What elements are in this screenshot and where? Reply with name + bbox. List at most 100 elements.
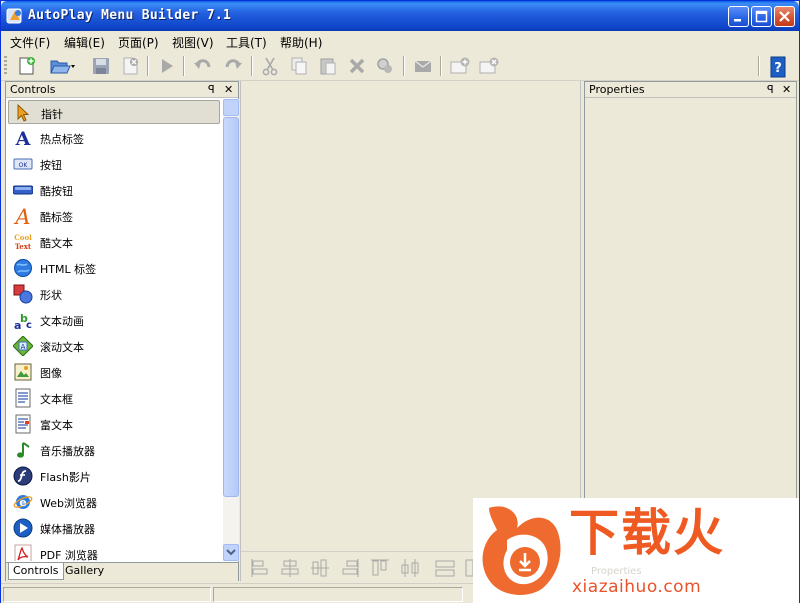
control-item-label: HTML 标签 (40, 263, 97, 276)
hotspot-label-icon: A (15, 128, 31, 148)
control-item-label: 滚动文本 (40, 341, 84, 354)
remove-page-button[interactable] (477, 54, 501, 78)
control-item-web-browser[interactable]: e Web浏览器 (8, 490, 220, 514)
control-item-label: Web浏览器 (40, 497, 97, 510)
distribute-icon[interactable] (399, 557, 421, 579)
control-item-scrolling-text[interactable]: A 滚动文本 (8, 334, 220, 358)
email-button[interactable] (411, 54, 435, 78)
controls-list: 指针 A 热点标签 OK 按钮 酷按钮 A 酷标签 CoolText 酷文本 (6, 99, 222, 561)
app-window: AutoPlay Menu Builder 7.1 文件(F) 编辑(E) 页面… (0, 0, 800, 603)
control-item-image[interactable]: 图像 (8, 360, 220, 384)
control-item-label: 酷按钮 (40, 185, 73, 198)
remove-page-icon (479, 57, 499, 74)
find-button[interactable] (373, 54, 397, 78)
close-button[interactable] (774, 6, 795, 27)
open-button[interactable] (47, 54, 79, 78)
add-page-button[interactable] (448, 54, 472, 78)
tab-controls[interactable]: Controls (8, 563, 64, 580)
help-button[interactable]: ? (766, 54, 790, 78)
control-item-media-player[interactable]: 媒体播放器 (8, 516, 220, 540)
undo-button[interactable] (191, 54, 215, 78)
control-item-music-player[interactable]: 音乐播放器 (8, 438, 220, 462)
control-item-cool-button[interactable]: 酷按钮 (8, 178, 220, 202)
panel-close-icon[interactable]: ✕ (224, 83, 233, 96)
brand-logo-text: 下载火 (569, 504, 725, 562)
shape-icon (13, 284, 33, 304)
scroll-up-button[interactable] (223, 99, 239, 116)
cut-button[interactable] (258, 54, 282, 78)
save-button[interactable] (89, 54, 113, 78)
scroll-down-button[interactable] (223, 544, 239, 561)
control-item-cool-label[interactable]: A 酷标签 (8, 204, 220, 228)
svg-text:Text: Text (15, 242, 32, 251)
toolbar-grip[interactable] (4, 56, 7, 76)
minimize-icon (734, 19, 741, 22)
panel-close-icon[interactable]: ✕ (782, 83, 791, 96)
menu-page[interactable]: 页面(P) (118, 34, 159, 51)
menu-help[interactable]: 帮助(H) (280, 34, 322, 51)
svg-text:e: e (19, 496, 26, 509)
control-item-label: PDF 浏览器 (40, 549, 98, 561)
control-item-pdf-browser[interactable]: PDF 浏览器 (8, 542, 220, 561)
pin-icon[interactable]: ꟼ (767, 83, 774, 96)
control-item-label: 按钮 (40, 159, 62, 172)
run-button[interactable] (155, 54, 179, 78)
ok-text: OK (19, 162, 29, 169)
control-item-shape[interactable]: 形状 (8, 282, 220, 306)
title-bar[interactable]: AutoPlay Menu Builder 7.1 (1, 1, 799, 31)
close-doc-button[interactable] (119, 54, 143, 78)
scroll-thumb[interactable] (223, 117, 239, 497)
pin-icon[interactable]: ꟼ (208, 83, 215, 96)
redo-icon (225, 59, 242, 69)
new-button[interactable] (15, 54, 39, 78)
maximize-button[interactable] (751, 6, 772, 27)
watermark-overlay: Properties 下载火 xiazaihuo.com (473, 498, 799, 603)
menu-tools[interactable]: 工具(T) (226, 34, 267, 51)
add-page-icon (450, 57, 470, 74)
align-right-icon[interactable] (339, 557, 361, 579)
status-pane (3, 587, 211, 602)
same-width-icon[interactable] (434, 557, 456, 579)
control-item-html-label[interactable]: HTML 标签 (8, 256, 220, 280)
menu-view[interactable]: 视图(V) (172, 34, 214, 51)
control-item-hotspot-label[interactable]: A 热点标签 (8, 126, 220, 150)
align-left-icon[interactable] (249, 557, 271, 579)
toolbar-separator (440, 56, 442, 76)
control-item-cool-text[interactable]: Cool Text 酷文本 (8, 230, 220, 254)
control-item-flash-movie[interactable]: Flash影片 (8, 464, 220, 488)
paste-button[interactable] (316, 54, 340, 78)
control-item-button[interactable]: OK 按钮 (8, 152, 220, 176)
controls-panel-title: Controls (10, 83, 56, 96)
align-top-icon[interactable] (369, 557, 391, 579)
control-item-text-animation[interactable]: abc 文本动画 (8, 308, 220, 332)
copy-button[interactable] (287, 54, 311, 78)
new-file-icon (19, 57, 35, 75)
align-center-icon[interactable] (279, 557, 301, 579)
tab-gallery[interactable]: Gallery (61, 563, 108, 580)
email-icon (414, 60, 432, 72)
app-icon (6, 8, 22, 24)
cut-icon (262, 57, 278, 76)
control-item-textbox[interactable]: 文本框 (8, 386, 220, 410)
help-icon: ? (770, 56, 786, 78)
delete-button[interactable] (345, 54, 369, 78)
svg-text:A: A (13, 206, 30, 226)
find-icon (377, 58, 392, 73)
control-item-rich-text[interactable]: 富文本 (8, 412, 220, 436)
pointer-icon (17, 103, 30, 122)
controls-scrollbar[interactable] (223, 99, 239, 561)
redo-button[interactable] (221, 54, 245, 78)
fire-logo-icon (482, 506, 561, 595)
flash-movie-icon (13, 466, 33, 486)
minimize-button[interactable] (728, 6, 749, 27)
menu-edit[interactable]: 编辑(E) (64, 34, 105, 51)
run-icon (162, 59, 173, 73)
menu-file[interactable]: 文件(F) (10, 34, 50, 51)
pdf-browser-icon (14, 544, 32, 561)
align-middle-icon[interactable] (309, 557, 331, 579)
control-item-label: 文本框 (40, 393, 73, 406)
toolbar-separator (147, 56, 149, 76)
main-toolbar: ? (1, 51, 799, 81)
control-item-pointer[interactable]: 指针 (8, 100, 220, 124)
delete-icon (349, 58, 365, 74)
